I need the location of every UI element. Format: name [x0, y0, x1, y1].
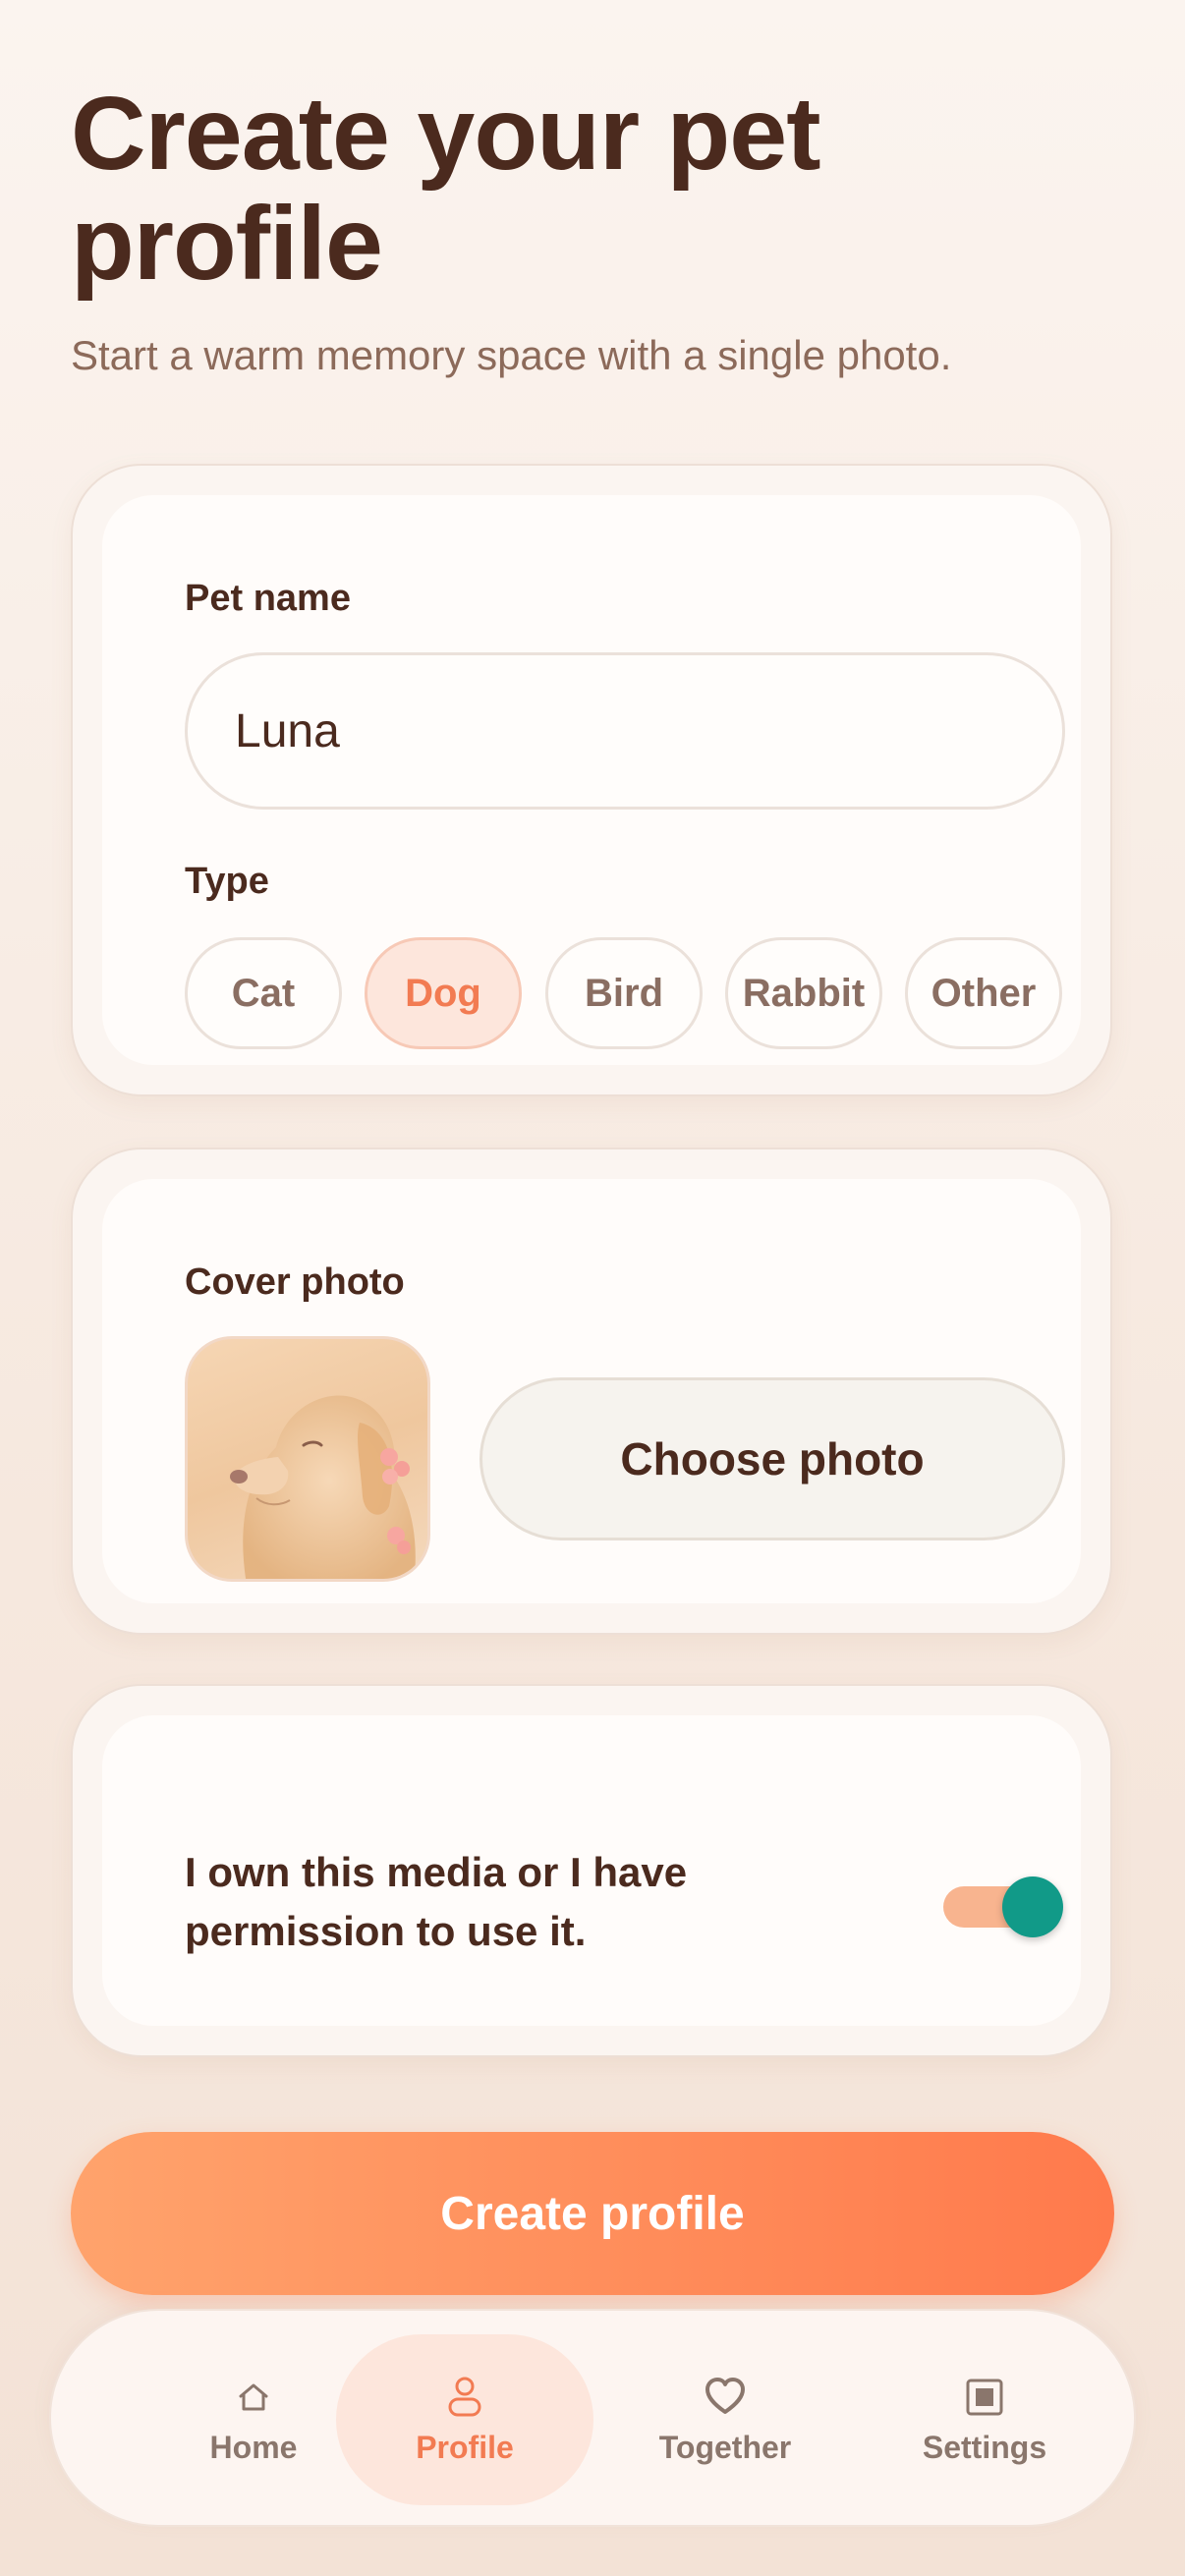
- pet-details-card: Pet name Type Cat Dog Bird Rabbit Other: [71, 464, 1112, 1096]
- cover-photo-card: Cover photo Choose photo: [71, 1148, 1112, 1635]
- type-chip-bird[interactable]: Bird: [545, 937, 703, 1049]
- cover-photo-thumbnail[interactable]: [185, 1336, 430, 1582]
- heart-icon: [705, 2377, 745, 2414]
- cover-photo-label: Cover photo: [185, 1261, 405, 1303]
- nav-item-settings[interactable]: Settings: [856, 2334, 1113, 2505]
- pet-details-card-inner: Pet name Type Cat Dog Bird Rabbit Other: [102, 495, 1081, 1065]
- home-icon: [239, 2383, 268, 2410]
- bottom-nav: Home Profile Together Settings: [49, 2309, 1136, 2527]
- cover-photo-card-inner: Cover photo Choose photo: [102, 1179, 1081, 1603]
- nav-item-together[interactable]: Together: [596, 2334, 854, 2505]
- nav-label-settings: Settings: [922, 2429, 1047, 2465]
- type-chip-cat[interactable]: Cat: [185, 937, 342, 1049]
- dog-photo-icon: [230, 1395, 416, 1579]
- type-label: Type: [185, 861, 269, 902]
- type-chip-group: Cat Dog Bird Rabbit Other: [185, 937, 1065, 1049]
- choose-photo-button[interactable]: Choose photo: [480, 1377, 1065, 1540]
- page-title: Create your pet profile: [71, 76, 821, 302]
- permission-card-inner: I own this media or I have permission to…: [102, 1715, 1081, 2026]
- create-profile-button[interactable]: Create profile: [71, 2132, 1114, 2295]
- page-subtitle: Start a warm memory space with a single …: [71, 332, 952, 378]
- profile-icon: [448, 2377, 481, 2416]
- type-chip-dog[interactable]: Dog: [365, 937, 522, 1049]
- toggle-knob: [1002, 1876, 1063, 1937]
- type-chip-rabbit[interactable]: Rabbit: [725, 937, 882, 1049]
- nav-item-profile[interactable]: Profile: [336, 2334, 593, 2505]
- permission-card: I own this media or I have permission to…: [71, 1684, 1112, 2057]
- pet-name-input[interactable]: [185, 652, 1065, 810]
- type-chip-other[interactable]: Other: [905, 937, 1062, 1049]
- nav-label-together: Together: [658, 2429, 792, 2465]
- pet-name-label: Pet name: [185, 578, 351, 619]
- permission-toggle[interactable]: [943, 1873, 1065, 1941]
- settings-icon: [966, 2379, 1003, 2415]
- permission-text: I own this media or I have permission to…: [185, 1849, 688, 1954]
- nav-label-profile: Profile: [416, 2429, 514, 2465]
- nav-label-home: Home: [209, 2429, 298, 2465]
